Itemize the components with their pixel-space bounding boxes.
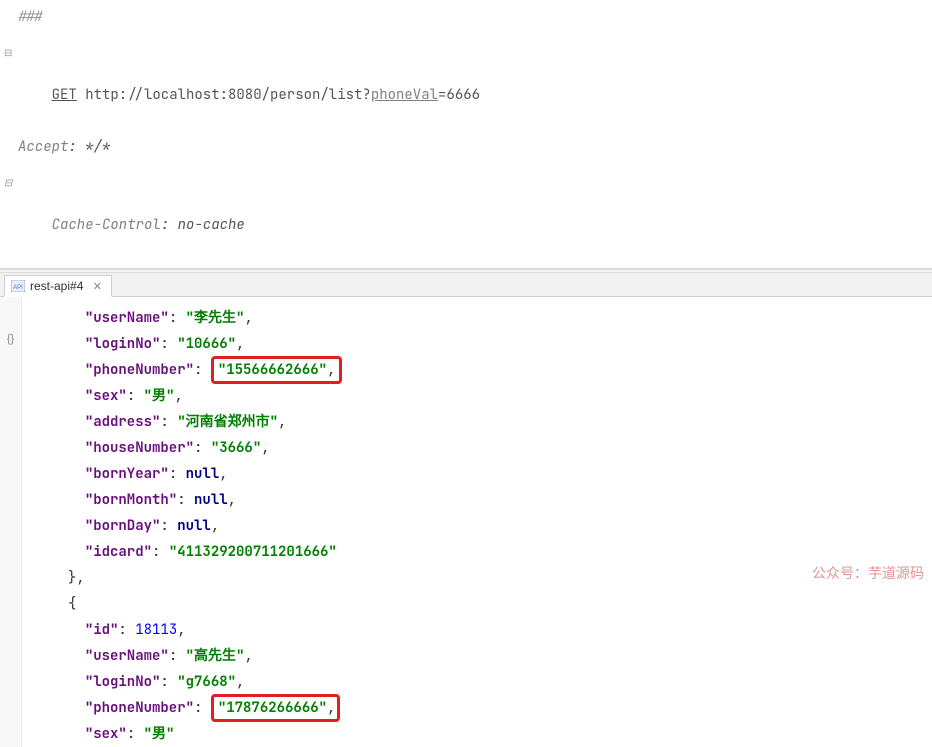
header-cache-value: : no-cache xyxy=(161,216,245,234)
header-accept-value: : */* xyxy=(68,138,110,156)
response-output-pane: {} "userName": "李先生", "loginNo": "10666"… xyxy=(0,297,932,747)
response-json-body[interactable]: "userName": "李先生", "loginNo": "10666", "… xyxy=(22,297,932,747)
api-file-icon: API xyxy=(11,280,25,292)
response-panel-header: API rest-api#4 ✕ xyxy=(0,273,932,297)
query-param-key: phoneVal xyxy=(371,86,438,104)
hash-separator: ### xyxy=(18,8,43,26)
close-icon[interactable]: ✕ xyxy=(91,280,103,292)
response-tab-label: rest-api#4 xyxy=(30,279,83,293)
http-url: http://localhost:8080/person/list? xyxy=(77,86,371,104)
svg-text:API: API xyxy=(13,285,23,291)
fold-close-icon[interactable]: ⊟ xyxy=(4,170,12,196)
fold-open-icon[interactable]: ⊟ xyxy=(4,40,12,66)
query-param-value: 6666 xyxy=(446,86,480,104)
output-gutter: {} xyxy=(0,297,22,747)
response-tab[interactable]: API rest-api#4 ✕ xyxy=(4,275,112,297)
header-accept-key: Accept xyxy=(18,138,68,156)
http-method: GET xyxy=(52,86,77,104)
header-cache-key: Cache-Control xyxy=(52,216,161,234)
editor-request-area[interactable]: ### ⊟ GET http://localhost:8080/person/l… xyxy=(0,0,932,269)
braces-icon[interactable]: {} xyxy=(0,333,21,345)
